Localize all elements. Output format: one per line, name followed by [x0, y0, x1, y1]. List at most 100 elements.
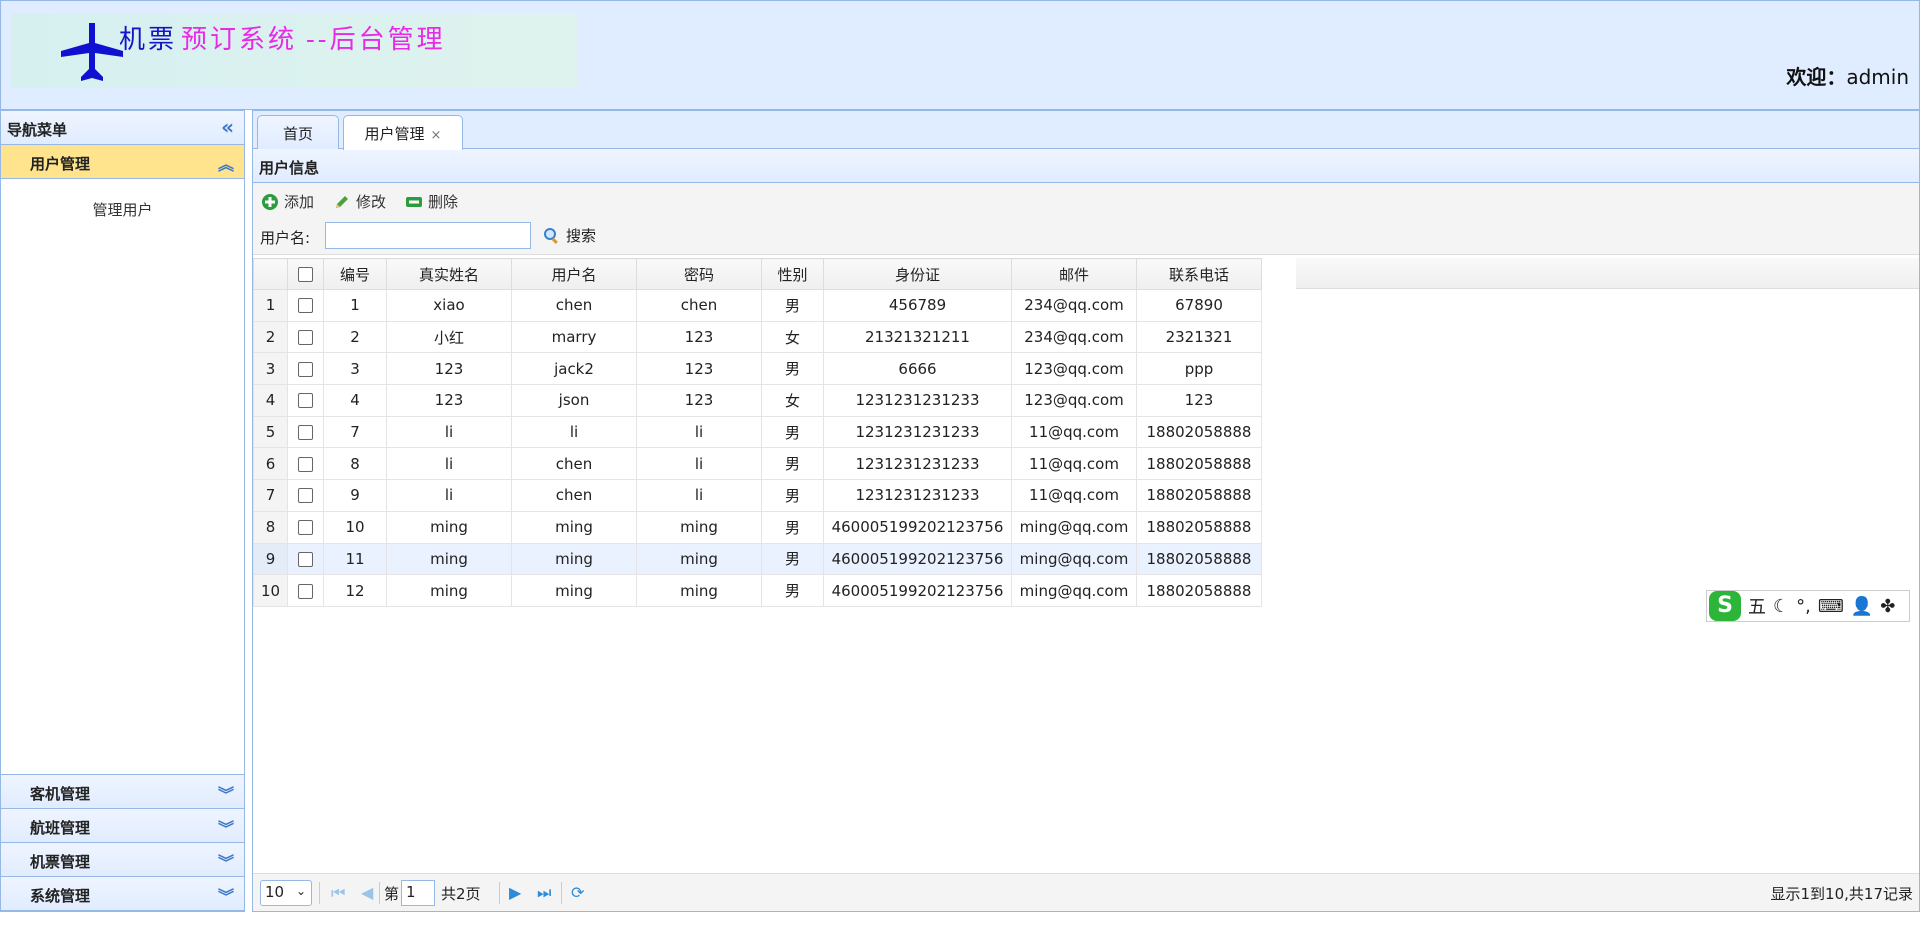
table-cell[interactable]: 男: [761, 510, 824, 544]
table-cell[interactable]: ming@qq.com: [1011, 542, 1137, 576]
table-cell[interactable]: 男: [761, 289, 824, 322]
table-cell[interactable]: 1: [323, 289, 387, 322]
page-number-input[interactable]: 1: [401, 880, 435, 906]
table-cell[interactable]: chen: [511, 479, 637, 512]
tab-home[interactable]: 首页: [257, 115, 339, 149]
username-search-input[interactable]: [325, 222, 531, 249]
ime-toolbar[interactable]: S 五 ☾ °, ⌨ 👤 ✤: [1706, 590, 1910, 622]
col-header[interactable]: 真实姓名: [386, 258, 512, 290]
user-icon[interactable]: 👤: [1851, 596, 1873, 617]
table-cell[interactable]: 123: [386, 352, 512, 386]
table-cell[interactable]: 123: [386, 384, 512, 417]
table-cell[interactable]: 21321321211: [823, 320, 1012, 354]
edit-button[interactable]: 修改: [333, 191, 386, 212]
table-cell[interactable]: 460005199202123756: [823, 574, 1012, 607]
row-checkbox[interactable]: [298, 298, 313, 314]
sogou-logo-icon[interactable]: S: [1709, 591, 1741, 621]
table-cell[interactable]: 18802058888: [1136, 510, 1262, 544]
table-cell[interactable]: 6666: [823, 352, 1012, 386]
table-cell[interactable]: chen: [511, 447, 637, 481]
table-cell[interactable]: 女: [761, 384, 824, 417]
row-checkbox[interactable]: [298, 488, 313, 504]
next-page-icon[interactable]: ▶: [509, 883, 521, 902]
row-checkbox[interactable]: [298, 361, 313, 377]
table-cell[interactable]: li: [636, 447, 762, 481]
keyboard-icon[interactable]: ⌨: [1818, 596, 1844, 617]
table-cell[interactable]: json: [511, 384, 637, 417]
col-header[interactable]: 密码: [636, 258, 762, 290]
nav-section-system[interactable]: 系统管理 ︾: [1, 877, 244, 911]
table-cell[interactable]: ming@qq.com: [1011, 574, 1137, 607]
close-icon[interactable]: ×: [431, 128, 442, 143]
collapse-left-icon[interactable]: «: [221, 115, 234, 139]
table-cell[interactable]: 8: [323, 447, 387, 481]
table-cell[interactable]: ming@qq.com: [1011, 510, 1137, 544]
row-checkbox[interactable]: [298, 456, 313, 472]
row-checkbox[interactable]: [298, 583, 313, 599]
table-cell[interactable]: marry: [511, 320, 637, 354]
table-cell[interactable]: 18802058888: [1136, 542, 1262, 576]
table-cell[interactable]: 女: [761, 320, 824, 354]
table-row[interactable]: 4 4 123 json 123 女 1231231231233 123@qq.com 123: [253, 384, 1262, 417]
nav-section-flight[interactable]: 航班管理 ︾: [1, 809, 244, 843]
table-cell[interactable]: ming: [511, 542, 637, 576]
table-cell[interactable]: 18802058888: [1136, 415, 1262, 449]
table-cell[interactable]: 11: [323, 542, 387, 576]
chevron-down-icon[interactable]: ︾: [218, 849, 234, 873]
table-cell[interactable]: 123: [636, 320, 762, 354]
table-row[interactable]: 5 7 li li li 男 1231231231233 11@qq.com 188020588…: [253, 415, 1262, 449]
table-row[interactable]: 10 12 ming ming ming 男 460005199202123756 ming@…: [253, 574, 1262, 607]
table-cell[interactable]: chen: [636, 289, 762, 322]
table-cell[interactable]: 18802058888: [1136, 574, 1262, 607]
table-cell[interactable]: 67890: [1136, 289, 1262, 322]
ime-punct[interactable]: °,: [1796, 596, 1811, 617]
table-cell[interactable]: 10: [323, 510, 387, 544]
table-cell[interactable]: 7: [323, 415, 387, 449]
table-cell[interactable]: li: [636, 479, 762, 512]
chevron-down-icon[interactable]: ︾: [218, 883, 234, 907]
col-header[interactable]: 身份证: [823, 258, 1012, 290]
col-header[interactable]: 用户名: [511, 258, 637, 290]
table-cell[interactable]: li: [511, 415, 637, 449]
table-cell[interactable]: 123: [636, 384, 762, 417]
row-checkbox[interactable]: [298, 520, 313, 536]
table-cell[interactable]: 123: [1136, 384, 1262, 417]
table-cell[interactable]: 男: [761, 574, 824, 607]
table-cell[interactable]: ming: [636, 574, 762, 607]
table-row[interactable]: 6 8 li chen li 男 1231231231233 11@qq.com 1880205…: [253, 447, 1262, 481]
col-header[interactable]: 编号: [323, 258, 387, 290]
table-cell[interactable]: 18802058888: [1136, 447, 1262, 481]
table-cell[interactable]: 11@qq.com: [1011, 415, 1137, 449]
row-checkbox[interactable]: [298, 330, 313, 346]
search-button[interactable]: 搜索: [543, 225, 596, 246]
table-cell[interactable]: 2: [323, 320, 387, 354]
page-size-select[interactable]: 10 ⌄: [260, 880, 312, 906]
table-cell[interactable]: li: [636, 415, 762, 449]
table-cell[interactable]: 3: [323, 352, 387, 386]
delete-button[interactable]: 删除: [405, 191, 458, 212]
table-cell[interactable]: 男: [761, 352, 824, 386]
col-header[interactable]: 性别: [761, 258, 824, 290]
nav-section-ticket[interactable]: 机票管理 ︾: [1, 843, 244, 877]
table-cell[interactable]: jack2: [511, 352, 637, 386]
table-row[interactable]: 9 11 ming ming ming 男 460005199202123756 ming@q…: [253, 542, 1262, 576]
table-cell[interactable]: 123: [636, 352, 762, 386]
table-cell[interactable]: 1231231231233: [823, 384, 1012, 417]
table-cell[interactable]: 1231231231233: [823, 479, 1012, 512]
table-cell[interactable]: xiao: [386, 289, 512, 322]
table-cell[interactable]: ming: [511, 510, 637, 544]
chevron-down-icon[interactable]: ︾: [218, 815, 234, 839]
table-cell[interactable]: 18802058888: [1136, 479, 1262, 512]
table-row[interactable]: 8 10 ming ming ming 男 460005199202123756 ming@q…: [253, 510, 1262, 544]
table-cell[interactable]: 小红: [386, 320, 512, 354]
chevron-down-icon[interactable]: ︾: [218, 781, 234, 805]
table-cell[interactable]: 11@qq.com: [1011, 447, 1137, 481]
nav-section-user[interactable]: 用户管理 ︽: [1, 145, 244, 179]
row-checkbox[interactable]: [298, 425, 313, 441]
ime-mode[interactable]: 五: [1748, 593, 1766, 619]
apps-icon[interactable]: ✤: [1880, 596, 1895, 617]
table-cell[interactable]: 4: [323, 384, 387, 417]
table-cell[interactable]: 234@qq.com: [1011, 289, 1137, 322]
table-cell[interactable]: ming: [636, 510, 762, 544]
table-cell[interactable]: 123@qq.com: [1011, 384, 1137, 417]
